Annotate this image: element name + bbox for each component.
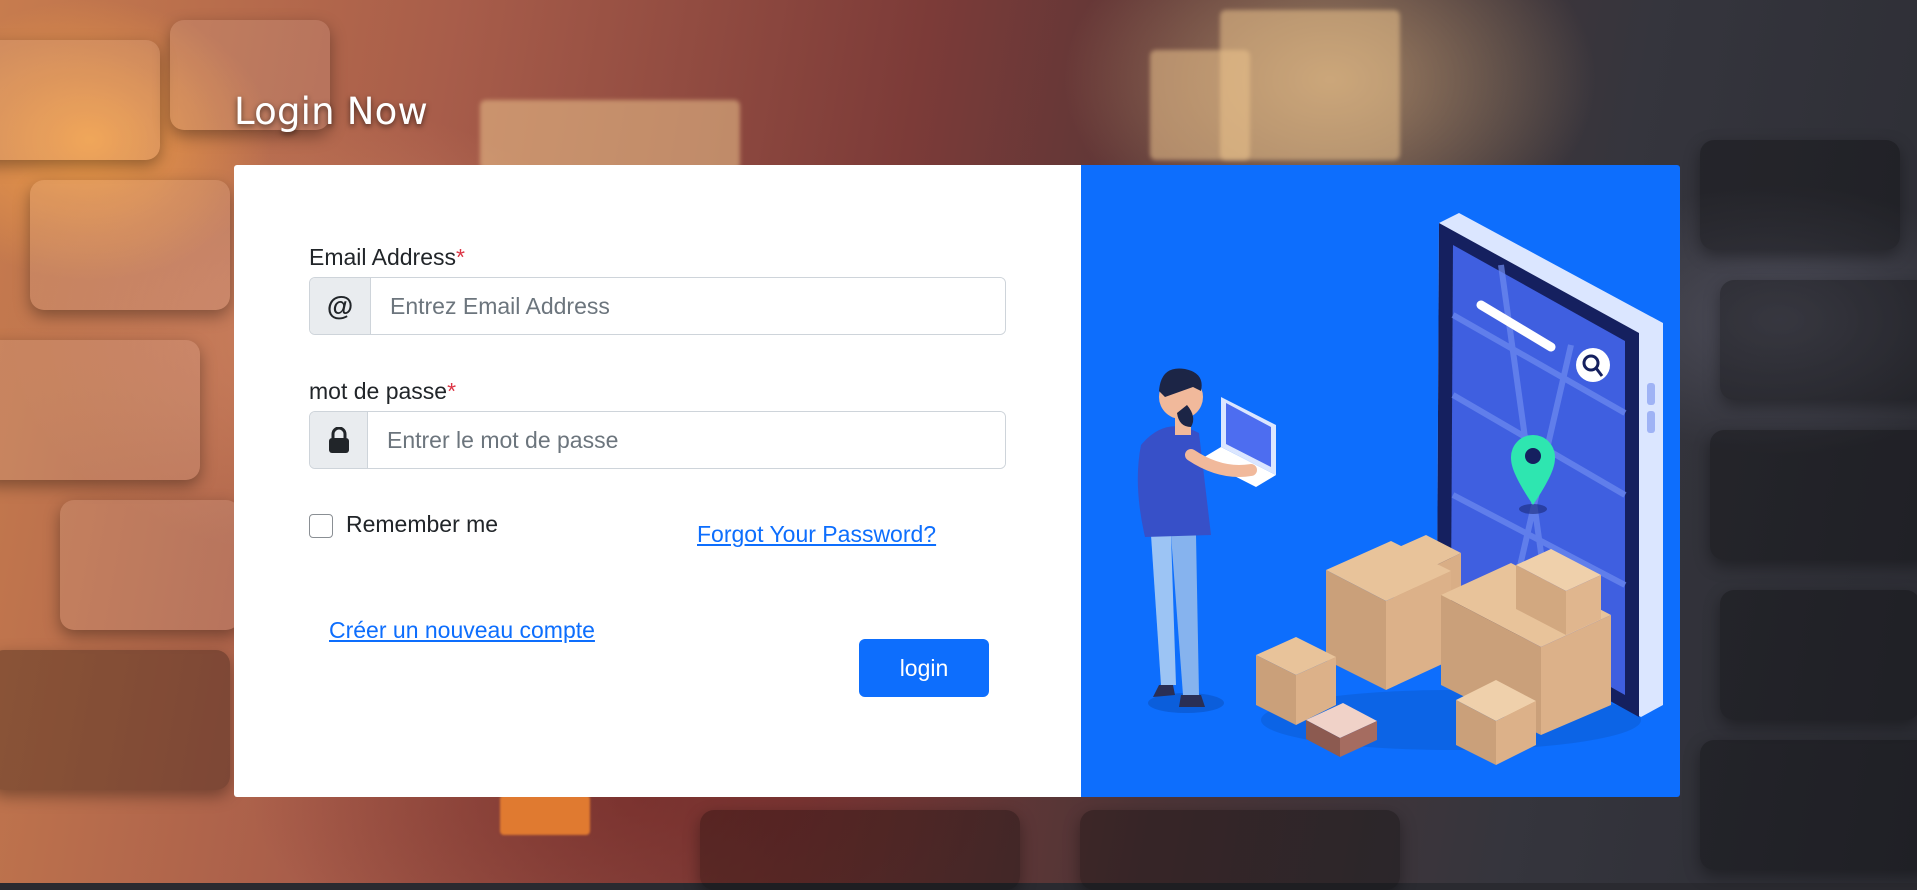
email-label: Email Address* bbox=[309, 244, 465, 271]
email-label-text: Email Address bbox=[309, 244, 457, 270]
lock-icon bbox=[310, 412, 368, 468]
create-account-link[interactable]: Créer un nouveau compte bbox=[329, 617, 595, 644]
login-card: Email Address* @ mot de passe* Remember … bbox=[234, 165, 1680, 797]
remember-me-label[interactable]: Remember me bbox=[346, 511, 498, 538]
login-button[interactable]: login bbox=[859, 639, 989, 697]
remember-me-checkbox[interactable] bbox=[309, 514, 333, 538]
password-required-mark: * bbox=[447, 378, 457, 404]
forgot-password-link[interactable]: Forgot Your Password? bbox=[697, 521, 936, 548]
password-input[interactable] bbox=[368, 412, 1005, 468]
delivery-person-figure bbox=[1137, 368, 1276, 713]
password-label-text: mot de passe bbox=[309, 378, 448, 404]
email-input[interactable] bbox=[371, 278, 1005, 334]
email-input-group: @ bbox=[309, 277, 1006, 335]
at-sign-icon: @ bbox=[310, 278, 371, 334]
email-required-mark: * bbox=[456, 244, 465, 270]
page-title: Login Now bbox=[234, 90, 428, 133]
delivery-illustration bbox=[1137, 213, 1663, 765]
login-form-panel: Email Address* @ mot de passe* Remember … bbox=[234, 165, 1081, 797]
illustration-panel bbox=[1081, 165, 1680, 797]
password-input-group bbox=[309, 411, 1006, 469]
password-label: mot de passe* bbox=[309, 378, 456, 405]
